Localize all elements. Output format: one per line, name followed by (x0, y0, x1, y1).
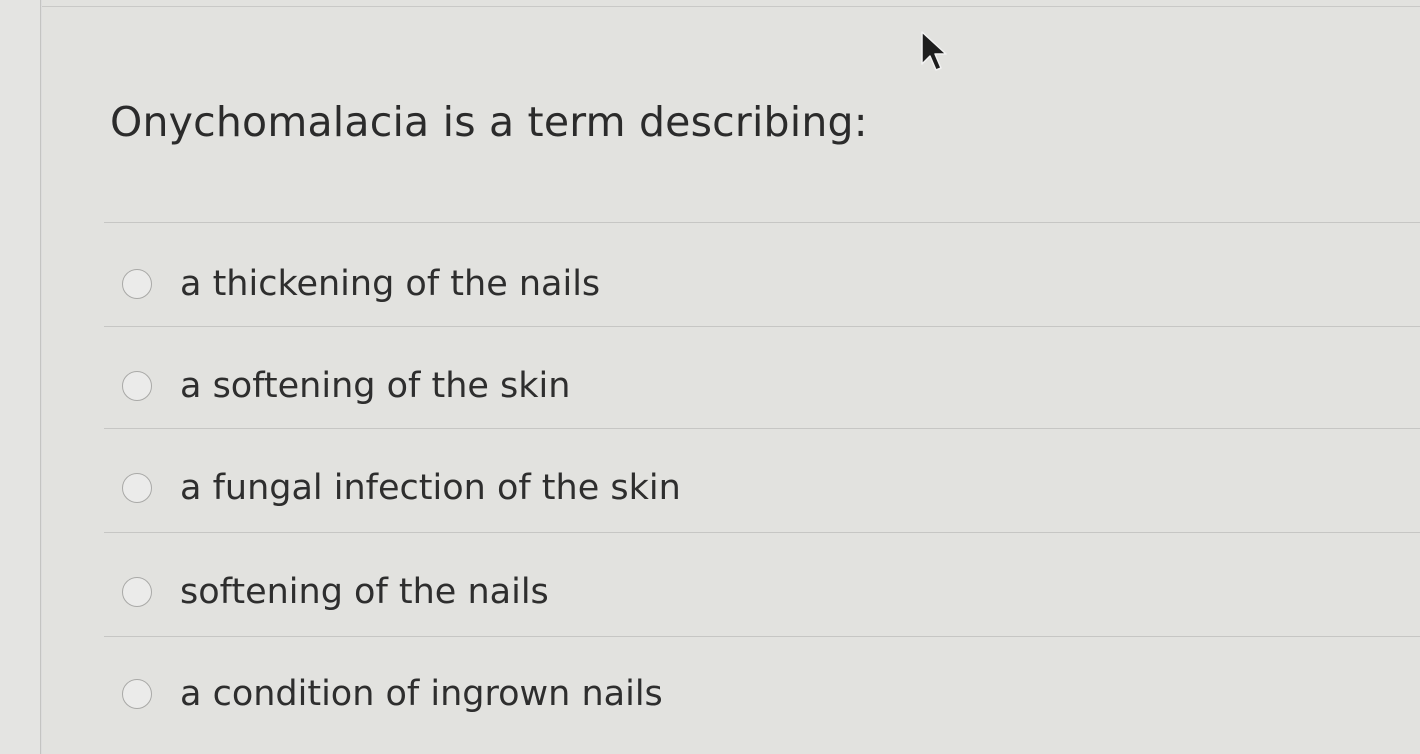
left-gutter (0, 0, 41, 754)
option-divider (104, 532, 1420, 533)
question-text: Onychomalacia is a term describing: (110, 98, 868, 146)
top-divider (42, 0, 1420, 7)
answer-option-3[interactable]: a fungal infection of the skin (122, 458, 1322, 518)
radio-button-icon[interactable] (122, 473, 152, 503)
answer-option-label: a fungal infection of the skin (180, 468, 681, 508)
radio-button-icon[interactable] (122, 269, 152, 299)
answer-option-label: a softening of the skin (180, 366, 571, 406)
question-panel: Onychomalacia is a term describing: a th… (42, 0, 1420, 754)
answer-option-2[interactable]: a softening of the skin (122, 356, 1322, 416)
radio-button-icon[interactable] (122, 371, 152, 401)
answer-option-label: a thickening of the nails (180, 264, 601, 304)
answer-option-label: softening of the nails (180, 572, 549, 612)
radio-button-icon[interactable] (122, 577, 152, 607)
answer-option-label: a condition of ingrown nails (180, 674, 663, 714)
question-divider (104, 222, 1420, 223)
mouse-pointer-icon (921, 31, 947, 71)
radio-button-icon[interactable] (122, 679, 152, 709)
option-divider (104, 428, 1420, 429)
option-divider (104, 326, 1420, 327)
answer-option-1[interactable]: a thickening of the nails (122, 254, 1322, 314)
answer-option-4[interactable]: softening of the nails (122, 562, 1322, 622)
answer-option-5[interactable]: a condition of ingrown nails (122, 664, 1322, 724)
option-divider (104, 636, 1420, 637)
